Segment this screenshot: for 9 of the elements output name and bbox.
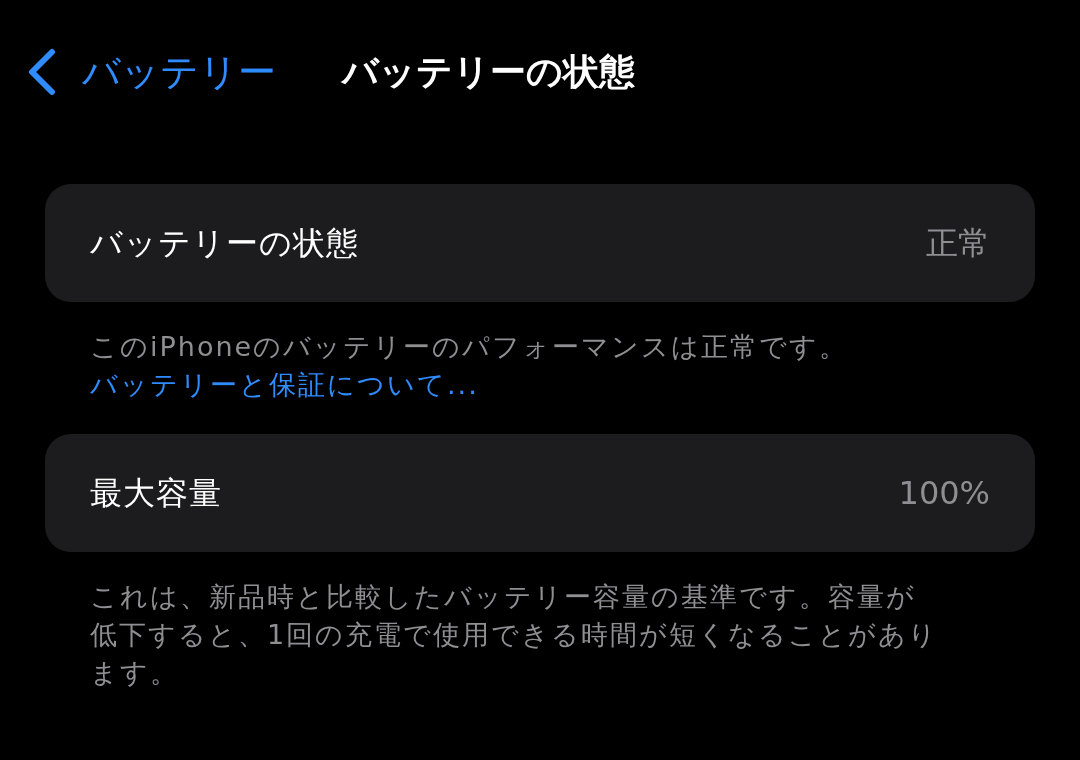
page-title: バッテリーの状態 bbox=[342, 50, 635, 94]
setting-label: バッテリーの状態 bbox=[90, 223, 359, 264]
setting-label: 最大容量 bbox=[90, 473, 222, 514]
back-button[interactable]: バッテリー bbox=[24, 43, 276, 101]
footer-note: これは、新品時と比較したバッテリー容量の基準です。容量が低下すると、1回の充電で使用できる時間が短くなることがあります。 bbox=[90, 580, 940, 690]
battery-warranty-link[interactable]: バッテリーと保証について... bbox=[90, 369, 479, 400]
footer-note: このiPhoneのバッテリーのパフォーマンスは正常です。 バッテリーと保証について... bbox=[90, 330, 850, 402]
setting-value: 正常 bbox=[926, 223, 990, 264]
setting-value: 100% bbox=[898, 473, 990, 514]
